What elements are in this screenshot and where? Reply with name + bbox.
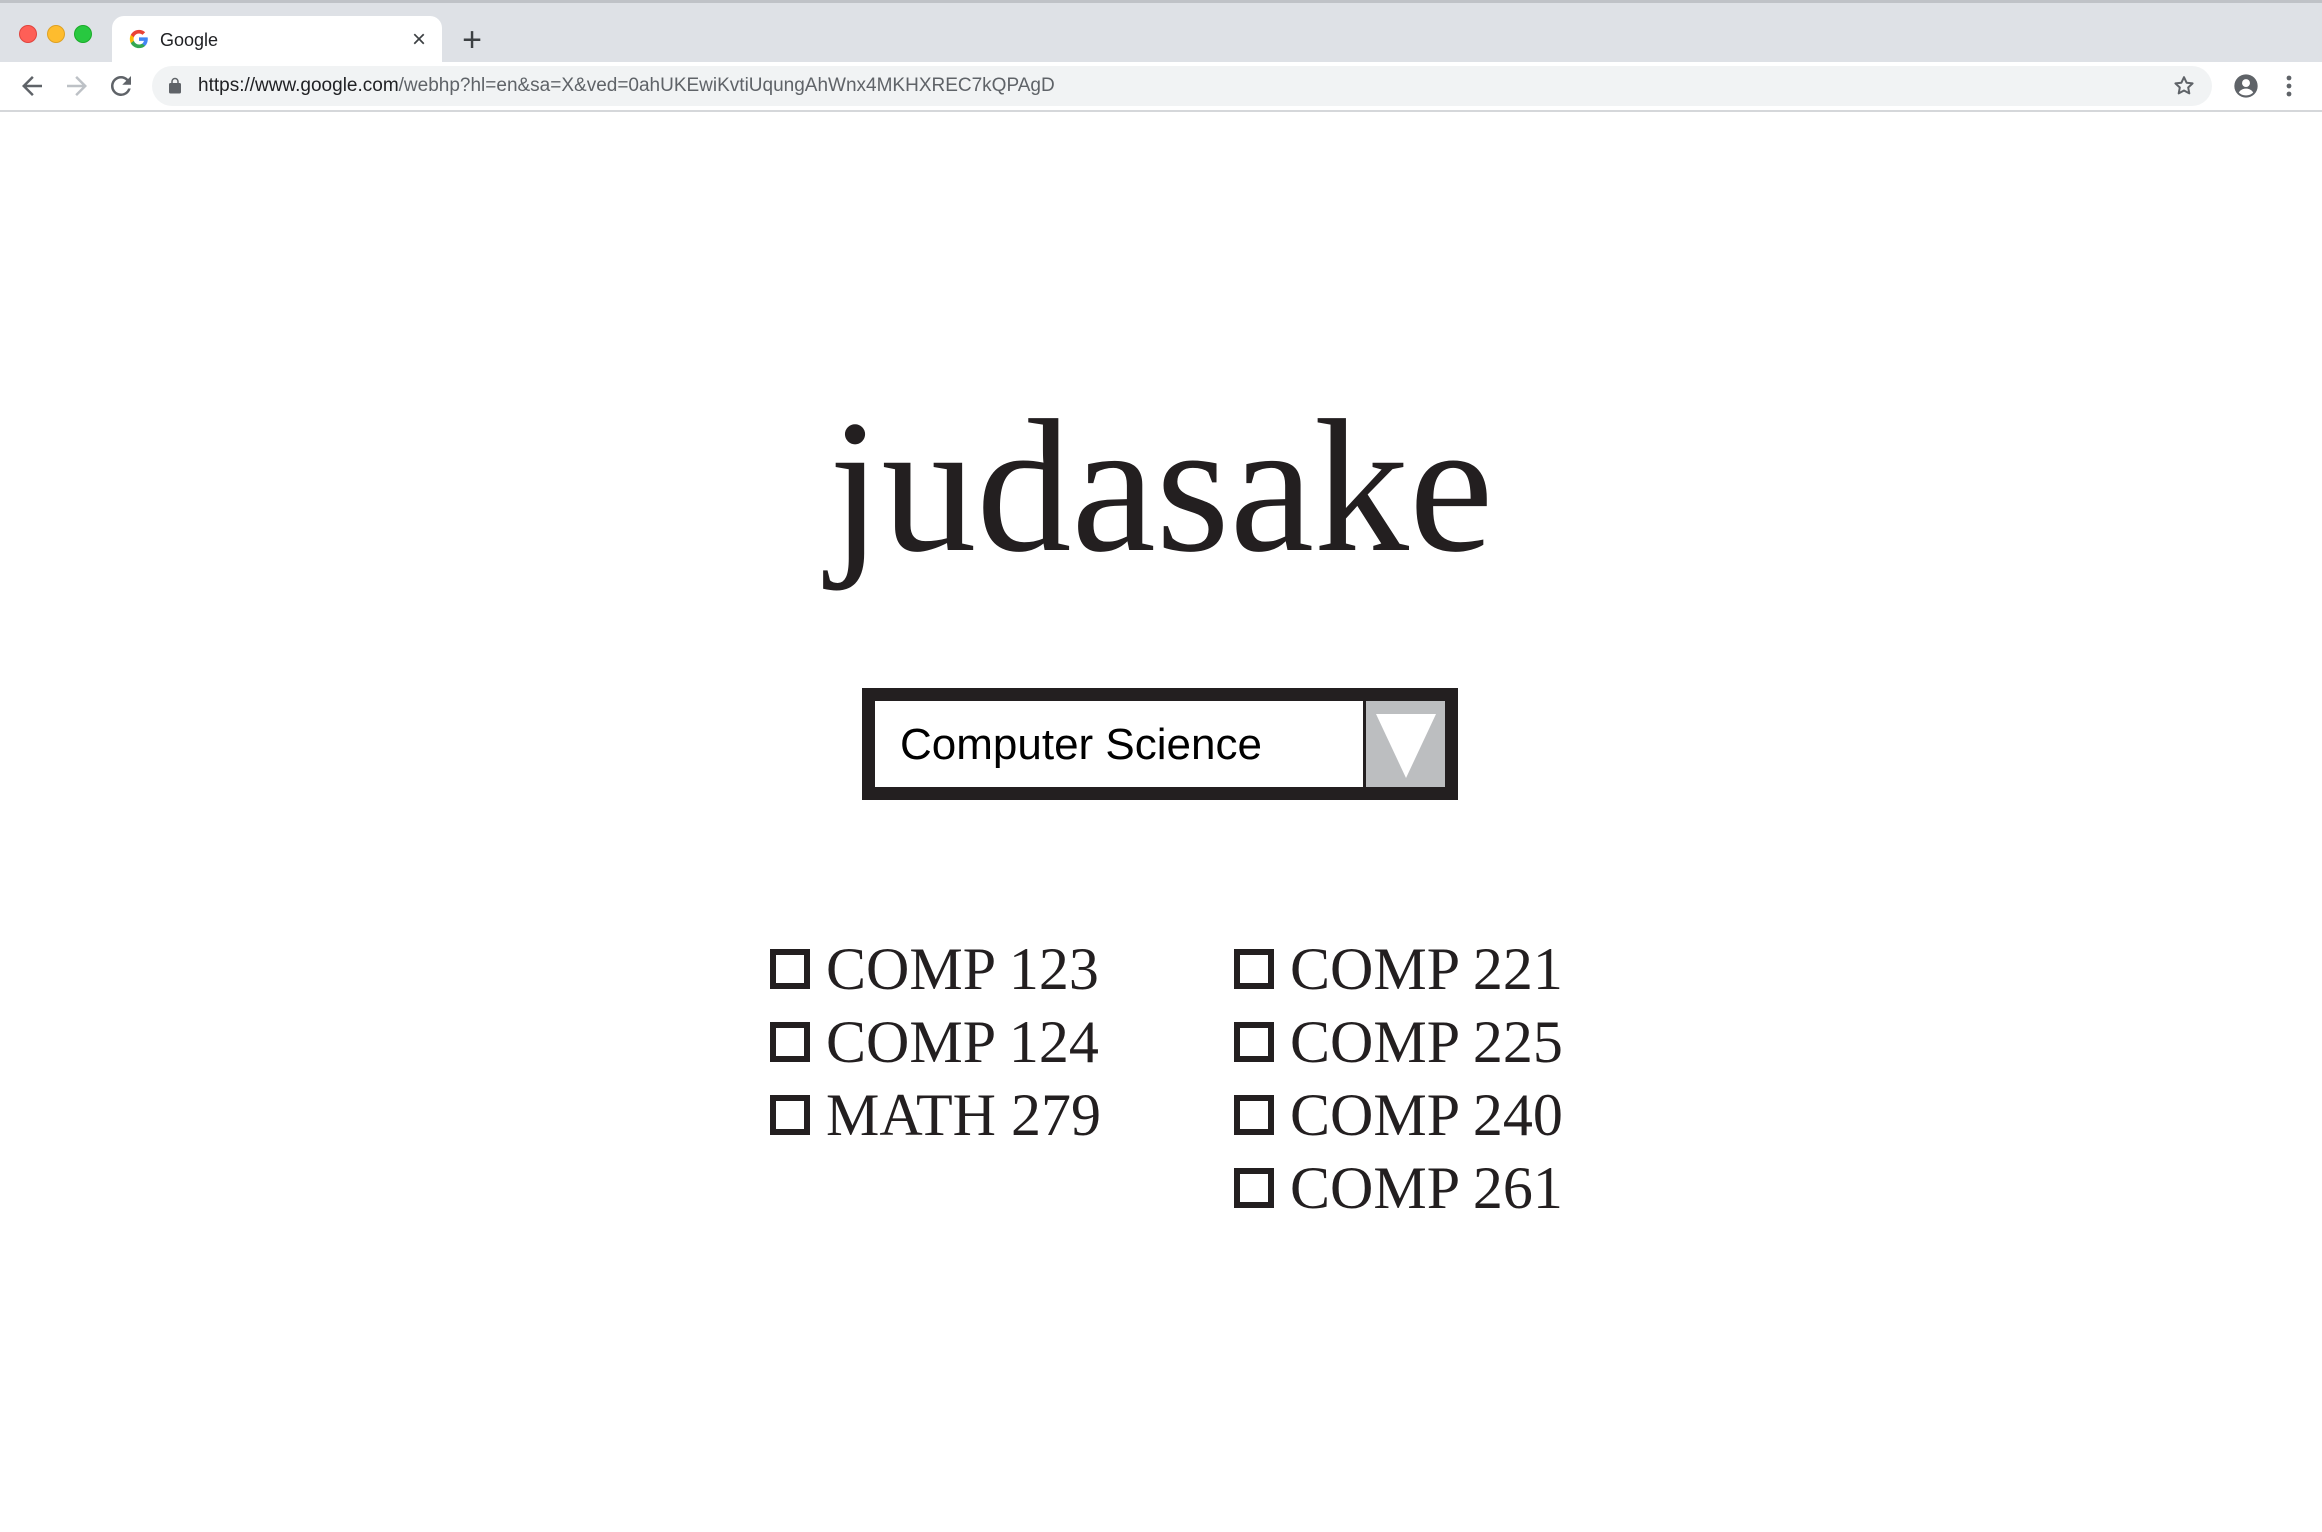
course-item[interactable]: COMP 240 bbox=[1234, 1078, 1563, 1151]
department-dropdown-button[interactable] bbox=[1363, 701, 1445, 787]
course-checkbox[interactable] bbox=[770, 1094, 810, 1135]
tab-strip: Google × + bbox=[0, 0, 2322, 65]
back-arrow-icon[interactable] bbox=[17, 71, 47, 101]
course-label: COMP 221 bbox=[1290, 935, 1563, 1002]
minimize-window-button[interactable] bbox=[47, 25, 65, 43]
page-content: judasake Computer Science COMP 123 COMP … bbox=[0, 112, 2322, 1532]
course-label: COMP 240 bbox=[1290, 1081, 1563, 1148]
url-path: /webhp?hl=en&sa=X&ved=0ahUKEwiKvtiUqungA… bbox=[398, 75, 1055, 96]
forward-arrow-icon[interactable] bbox=[62, 71, 92, 101]
tab-google[interactable]: Google × bbox=[112, 16, 442, 65]
course-label: COMP 261 bbox=[1290, 1154, 1563, 1221]
course-checkbox[interactable] bbox=[770, 948, 810, 989]
close-window-button[interactable] bbox=[19, 25, 37, 43]
course-checkbox[interactable] bbox=[1234, 948, 1274, 989]
triangle-down-icon bbox=[1376, 714, 1436, 778]
course-column-right: COMP 221 COMP 225 COMP 240 COMP 261 bbox=[1234, 932, 1563, 1224]
course-item[interactable]: COMP 124 bbox=[770, 1005, 1101, 1078]
course-label: MATH 279 bbox=[826, 1081, 1102, 1148]
close-tab-icon[interactable]: × bbox=[406, 27, 432, 53]
course-item[interactable]: MATH 279 bbox=[770, 1078, 1101, 1151]
course-checkbox[interactable] bbox=[1234, 1167, 1274, 1208]
course-item[interactable]: COMP 225 bbox=[1234, 1005, 1563, 1078]
course-item[interactable]: COMP 123 bbox=[770, 932, 1101, 1005]
url-text[interactable]: https://www.google.com/webhp?hl=en&sa=X&… bbox=[198, 75, 1055, 97]
kebab-menu-icon[interactable] bbox=[2279, 72, 2299, 100]
department-select-field[interactable]: Computer Science bbox=[875, 701, 1445, 787]
tab-title: Google bbox=[160, 30, 219, 50]
google-g-icon bbox=[129, 29, 148, 49]
url-host: https://www.google.com bbox=[198, 75, 399, 96]
course-label: COMP 225 bbox=[1290, 1008, 1563, 1075]
course-checkbox[interactable] bbox=[1234, 1021, 1274, 1062]
browser-window: Google × + https://www.google.com/webhp?… bbox=[0, 0, 2322, 1532]
course-label: COMP 123 bbox=[826, 935, 1099, 1002]
lock-icon[interactable] bbox=[166, 77, 184, 95]
course-item[interactable]: COMP 261 bbox=[1234, 1151, 1563, 1224]
department-select[interactable]: Computer Science bbox=[862, 688, 1458, 800]
site-title: judasake bbox=[828, 382, 1494, 592]
profile-icon[interactable] bbox=[2232, 72, 2260, 100]
course-item[interactable]: COMP 221 bbox=[1234, 932, 1563, 1005]
course-label: COMP 124 bbox=[826, 1008, 1099, 1075]
course-column-left: COMP 123 COMP 124 MATH 279 bbox=[770, 932, 1101, 1151]
course-checkbox[interactable] bbox=[1234, 1094, 1274, 1135]
new-tab-button[interactable]: + bbox=[455, 23, 489, 57]
browser-toolbar: https://www.google.com/webhp?hl=en&sa=X&… bbox=[0, 62, 2322, 112]
department-select-value: Computer Science bbox=[900, 720, 1262, 769]
maximize-window-button[interactable] bbox=[74, 25, 92, 43]
address-bar[interactable]: https://www.google.com/webhp?hl=en&sa=X&… bbox=[152, 66, 2212, 106]
course-checkbox[interactable] bbox=[770, 1021, 810, 1062]
reload-icon[interactable] bbox=[106, 71, 136, 101]
bookmark-star-icon[interactable] bbox=[2172, 74, 2196, 98]
